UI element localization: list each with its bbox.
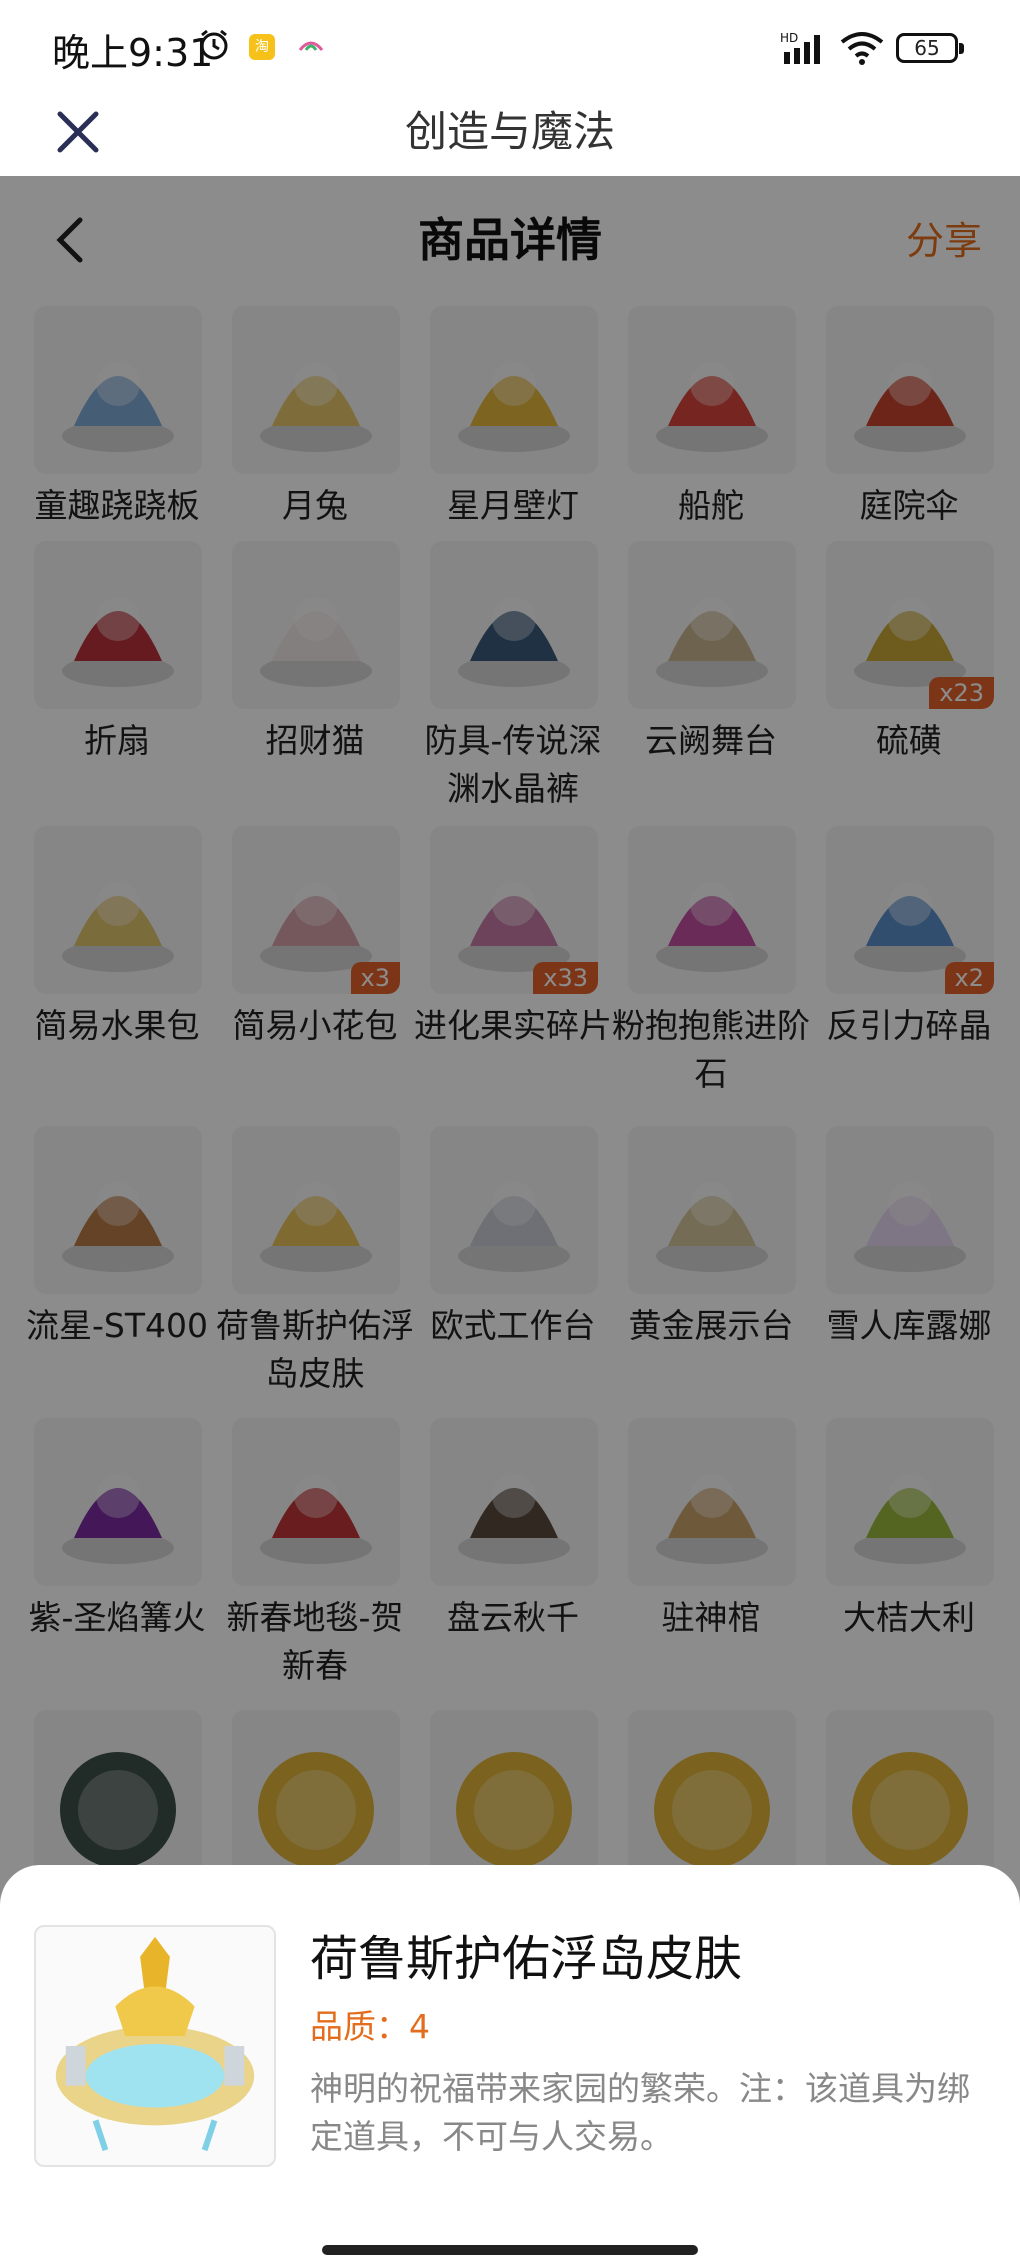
svg-text:HD: HD [780, 31, 798, 45]
item-image [34, 1925, 276, 2167]
item-quality: 品质：4 [310, 2007, 430, 2046]
item-name: 荷鲁斯护佑浮岛皮肤 [310, 1931, 743, 1987]
app-title: 创造与魔法 [404, 107, 615, 156]
battery-icon: 65 [896, 33, 964, 63]
umbrella-icon [298, 41, 324, 51]
signal-icon: HD [780, 31, 820, 64]
webview-title-bar: 创造与魔法 [0, 90, 1020, 176]
home-indicator[interactable] [322, 2245, 698, 2255]
status-time: 晚上9:31 [52, 31, 214, 75]
status-bar: 晚上9:31 淘 HD 65 [0, 0, 1020, 90]
item-description: 神明的祝福带来家园的繁荣。注：该道具为绑定道具，不可与人交易。 [310, 2069, 970, 2156]
item-detail-sheet: 荷鲁斯护佑浮岛皮肤 品质：4 神明的祝福带来家园的繁荣。注：该道具为绑定道具，不… [0, 1865, 1020, 2267]
alarm-icon [200, 29, 228, 60]
floating-island-icon [55, 1936, 255, 2152]
wifi-icon [840, 32, 884, 65]
taobao-icon: 淘 [249, 34, 275, 60]
